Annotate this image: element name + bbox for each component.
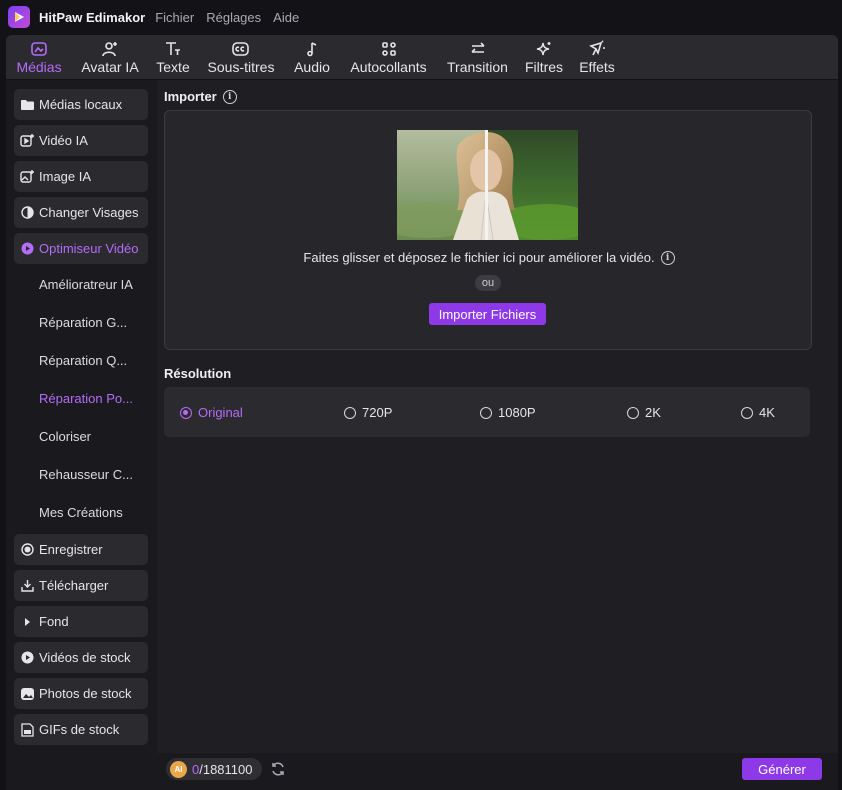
resolution-option-720p[interactable]: 720P: [344, 405, 392, 420]
resolution-options: Original 720P 1080P 2K 4K: [164, 387, 810, 437]
resolution-option-1080p[interactable]: 1080P: [480, 405, 536, 420]
menu-fichier[interactable]: Fichier: [155, 10, 194, 25]
drop-instructions: Faites glisser et déposez le fichier ici…: [165, 250, 813, 265]
radio-icon: [627, 406, 639, 419]
radio-icon: [344, 406, 356, 419]
ai-coin-icon: AI: [170, 760, 187, 778]
or-separator: ou: [475, 275, 501, 291]
menu-bar: Fichier Réglages Aide: [155, 10, 311, 25]
app-title: HitPaw Edimakor: [39, 9, 146, 25]
ai-video-icon: [20, 134, 34, 148]
sidebar-subitem-reparation-g[interactable]: Réparation G...: [39, 315, 127, 330]
photo-icon: [20, 687, 34, 701]
tab-transition[interactable]: Transition: [446, 35, 509, 79]
caret-right-icon: [20, 615, 34, 629]
sparkle-icon: [535, 38, 553, 59]
menu-reglages[interactable]: Réglages: [206, 10, 261, 25]
transition-arrows-icon: [468, 38, 488, 59]
import-section-title: Importer i: [164, 89, 237, 104]
ai-image-icon: [20, 170, 34, 184]
text-icon: [164, 38, 182, 59]
resolution-option-4k[interactable]: 4K: [741, 405, 775, 420]
video-enhancer-icon: [20, 242, 34, 256]
refresh-icon[interactable]: [270, 761, 286, 780]
radio-checked-icon: [180, 406, 192, 419]
tab-avatar-ia[interactable]: Avatar IA: [81, 35, 139, 79]
sidebar-subitem-coloriser[interactable]: Coloriser: [39, 429, 91, 444]
sidebar-item-image-ia[interactable]: Image IA: [14, 161, 148, 192]
title-bar: HitPaw Edimakor Fichier Réglages Aide: [0, 0, 842, 34]
tab-texte[interactable]: Texte: [156, 35, 190, 79]
record-icon: [20, 543, 34, 557]
app-logo-icon: [8, 6, 30, 28]
subtitles-icon: [231, 38, 251, 59]
tab-filtres[interactable]: Filtres: [525, 35, 563, 79]
sidebar-subitem-mes-creations[interactable]: Mes Créations: [39, 505, 123, 520]
footer-bar: AI 0 /1881100 Générer: [157, 753, 838, 790]
menu-aide[interactable]: Aide: [273, 10, 299, 25]
tab-sous-titres[interactable]: Sous-titres: [207, 35, 275, 79]
play-icon: [20, 651, 34, 665]
credits-counter: AI 0 /1881100: [166, 758, 262, 780]
sidebar-subitem-reparation-q[interactable]: Réparation Q...: [39, 353, 127, 368]
main-toolbar: Médias Avatar IA Texte Sous-titres Audio…: [6, 35, 838, 79]
avatar-icon: [101, 38, 119, 59]
sidebar-item-gifs-de-stock[interactable]: GIFs de stock: [14, 714, 148, 745]
effects-icon: [588, 38, 606, 59]
resolution-section-title: Résolution: [164, 366, 232, 381]
resolution-option-original[interactable]: Original: [180, 405, 243, 420]
sidebar-item-changer-visages[interactable]: Changer Visages: [14, 197, 148, 228]
sidebar-item-fond[interactable]: Fond: [14, 606, 148, 637]
tab-autocollants[interactable]: Autocollants: [349, 35, 428, 79]
sidebar-subitem-reparation-po[interactable]: Réparation Po...: [39, 391, 133, 406]
sidebar-item-telecharger[interactable]: Télécharger: [14, 570, 148, 601]
download-icon: [20, 579, 34, 593]
resolution-option-2k[interactable]: 2K: [627, 405, 661, 420]
radio-icon: [741, 406, 753, 419]
credits-used: 0: [192, 761, 200, 777]
sidebar-item-video-ia[interactable]: Vidéo IA: [14, 125, 148, 156]
sidebar-item-optimiseur-video[interactable]: Optimiseur Vidéo: [14, 233, 148, 264]
info-icon[interactable]: i: [222, 89, 237, 104]
folder-icon: [20, 98, 34, 112]
preview-image: [397, 130, 578, 240]
import-files-button[interactable]: Importer Fichiers: [429, 303, 546, 325]
tab-medias[interactable]: Médias: [16, 35, 62, 79]
credits-total: /1881100: [199, 761, 253, 777]
info-icon[interactable]: i: [660, 250, 675, 265]
generate-button[interactable]: Générer: [742, 758, 822, 780]
sidebar-item-photos-de-stock[interactable]: Photos de stock: [14, 678, 148, 709]
sidebar-item-videos-de-stock[interactable]: Vidéos de stock: [14, 642, 148, 673]
sidebar: Médias locaux Vidéo IA Image IA Changer …: [6, 80, 157, 790]
stickers-icon: [380, 38, 398, 59]
sidebar-item-enregistrer[interactable]: Enregistrer: [14, 534, 148, 565]
face-swap-icon: [20, 206, 34, 220]
main-panel: Importer i Faites glisser et déposez le …: [157, 80, 838, 753]
sidebar-subitem-rehausseur-c[interactable]: Rehausseur C...: [39, 467, 133, 482]
music-note-icon: [303, 38, 321, 59]
tab-effets[interactable]: Effets: [579, 35, 615, 79]
tab-audio[interactable]: Audio: [293, 35, 331, 79]
radio-icon: [480, 406, 492, 419]
media-icon: [30, 38, 48, 59]
sidebar-item-medias-locaux[interactable]: Médias locaux: [14, 89, 148, 120]
sidebar-subitem-ameliorateur-ia[interactable]: Amélioratreur IA: [39, 277, 133, 292]
gif-icon: [20, 722, 34, 737]
drop-zone[interactable]: Faites glisser et déposez le fichier ici…: [164, 110, 812, 350]
